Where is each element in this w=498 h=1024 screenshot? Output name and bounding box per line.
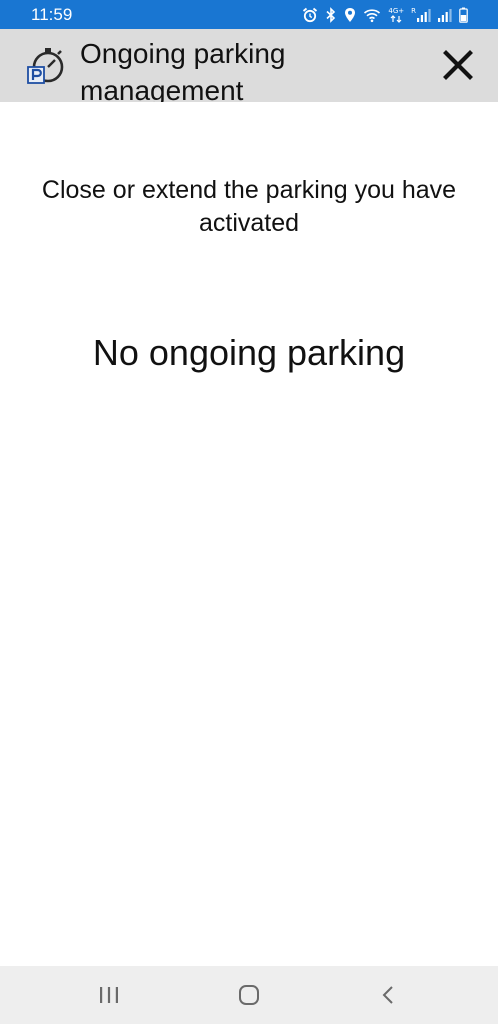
close-icon[interactable] [440,47,476,83]
location-icon [345,8,356,22]
alarm-icon [303,7,318,23]
mobile-data-icon: 4G+ [388,6,405,23]
signal-icon-secondary [438,9,452,22]
home-button[interactable] [219,966,279,1024]
wifi-icon [364,9,381,23]
recent-apps-icon [100,987,118,1003]
bluetooth-icon [326,7,336,23]
navigation-bar [0,966,498,1024]
instruction-text: Close or extend the parking you have act… [41,176,457,237]
recent-apps-button[interactable] [79,966,139,1024]
status-time: 11:59 [31,5,73,24]
signal-icon [417,9,431,22]
parking-timer-icon [27,48,64,84]
screen: 11:59 4G+ R Ongoing parking management C… [0,0,498,1024]
signal-roaming-group: R [411,8,431,22]
back-button[interactable] [358,966,418,1024]
app-header: Ongoing parking management [0,29,498,102]
page-title: Ongoing parking management [80,38,286,102]
battery-icon [459,7,468,23]
network-type-label: 4G+ [388,6,405,15]
data-arrows-icon [390,14,402,23]
home-icon [239,985,259,1005]
status-icons: 4G+ R [302,5,468,25]
empty-state-message: No ongoing parking [92,332,406,373]
back-icon [382,986,393,1004]
roaming-label: R [411,7,416,15]
status-bar: 11:59 4G+ R [0,0,498,29]
